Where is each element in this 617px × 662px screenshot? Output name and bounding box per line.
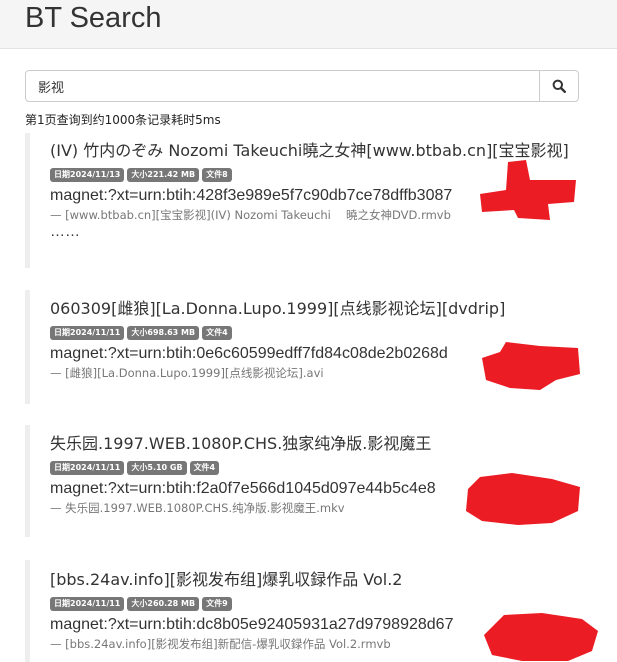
files-badge: 文件9 <box>202 597 232 611</box>
date-badge: 日期2024/11/13 <box>50 168 125 182</box>
redaction-mark <box>480 160 576 220</box>
app-title: BT Search <box>25 2 162 34</box>
search-button[interactable] <box>539 71 578 101</box>
size-badge: 大小260.28 MB <box>127 597 200 611</box>
date-badge: 日期2024/11/11 <box>50 326 125 340</box>
search-icon <box>552 79 566 93</box>
result-title[interactable]: 失乐园.1997.WEB.1080P.CHS.独家纯净版.影视魔王 <box>50 433 605 455</box>
files-badge: 文件4 <box>202 326 232 340</box>
more-files-ellipsis: …… <box>50 223 80 240</box>
files-badge: 文件8 <box>202 168 232 182</box>
result-stats: 第1页查询到约1000条记录耗时5ms <box>25 113 221 127</box>
search-box <box>25 70 579 102</box>
search-input[interactable] <box>26 71 541 101</box>
size-badge: 大小5.10 GB <box>127 461 187 475</box>
redaction-mark <box>466 473 580 525</box>
result-title[interactable]: [bbs.24av.info][影视发布组]爆乳収録作品 Vol.2 <box>50 569 605 591</box>
redaction-mark <box>482 342 580 390</box>
result-badges: 日期2024/11/11 大小698.63 MB 文件4 <box>50 326 605 340</box>
result-title[interactable]: 060309[雌狼][La.Donna.Lupo.1999][点线影视论坛][d… <box>50 298 605 320</box>
result-badges: 日期2024/11/11 大小260.28 MB 文件9 <box>50 597 605 611</box>
date-badge: 日期2024/11/11 <box>50 597 125 611</box>
size-badge: 大小221.42 MB <box>127 168 200 182</box>
date-badge: 日期2024/11/11 <box>50 461 125 475</box>
redaction-mark <box>484 613 598 661</box>
header-bar: BT Search <box>0 0 617 49</box>
size-badge: 大小698.63 MB <box>127 326 200 340</box>
files-badge: 文件4 <box>189 461 220 475</box>
